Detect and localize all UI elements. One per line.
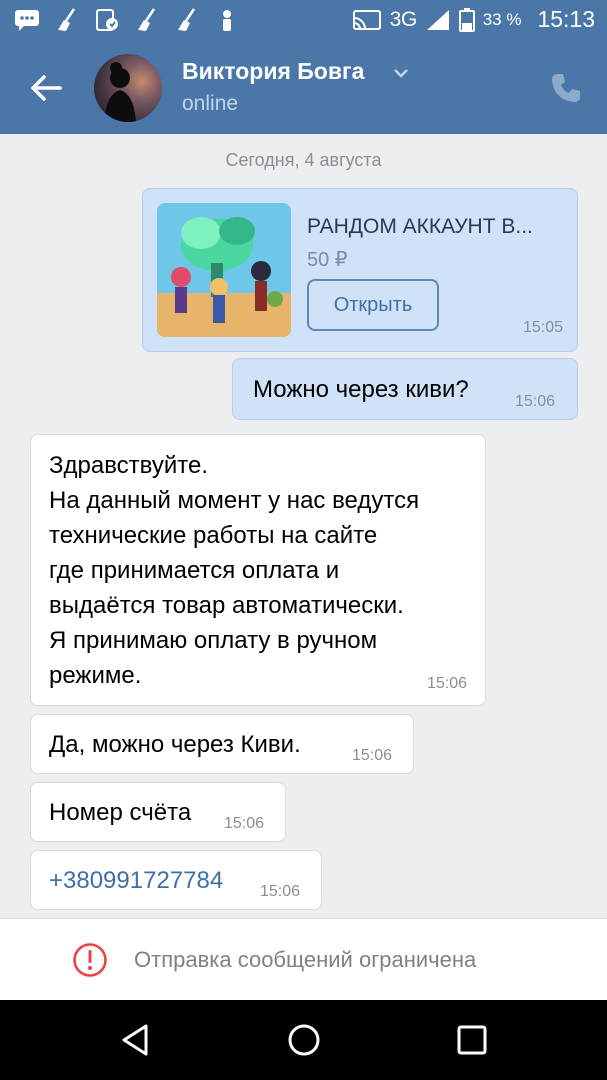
product-title[interactable]: РАНДОМ АККАУНТ В... bbox=[307, 215, 533, 239]
online-status: online bbox=[182, 92, 239, 115]
product-price: 50 ₽ bbox=[307, 249, 348, 271]
incoming-message[interactable]: Номер счёта 15:06 bbox=[30, 782, 286, 842]
chevron-down-icon[interactable] bbox=[392, 66, 410, 80]
message-line: выдаётся товар автоматически. bbox=[49, 592, 404, 619]
restriction-bar: Отправка сообщений ограничена bbox=[0, 918, 607, 1000]
restriction-text: Отправка сообщений ограничена bbox=[134, 947, 477, 972]
phone-card-icon bbox=[96, 9, 118, 31]
status-bar: 3G 33 % 15:13 bbox=[0, 0, 607, 42]
signal-icon bbox=[426, 9, 449, 30]
message-line: Здравствуйте. bbox=[49, 452, 209, 479]
message-line: где принимается оплата и bbox=[49, 557, 340, 584]
incoming-message[interactable]: Здравствуйте. На данный момент у нас вед… bbox=[30, 434, 486, 706]
user-icon bbox=[223, 10, 231, 31]
message-text: Можно через киви? bbox=[253, 376, 469, 403]
message-line: На данный момент у нас ведутся bbox=[49, 487, 420, 514]
message-time: 15:06 bbox=[352, 747, 393, 764]
message-time: 15:06 bbox=[224, 815, 265, 832]
message-line: технические работы на сайте bbox=[49, 522, 378, 549]
warning-circle-icon bbox=[73, 943, 107, 977]
cast-icon bbox=[352, 9, 381, 30]
phone-number-link[interactable]: +380991727784 bbox=[49, 863, 223, 898]
message-line: режиме. bbox=[49, 662, 142, 689]
message-text: Здравствуйте. На данный момент у нас вед… bbox=[49, 448, 419, 693]
incoming-message[interactable]: Да, можно через Киви. 15:06 bbox=[30, 714, 414, 774]
battery-percent: 33 % bbox=[482, 9, 522, 29]
message-list[interactable]: Сегодня, 4 августа РАНДОМ АККАУНТ В... 5… bbox=[0, 134, 607, 918]
message-line: Я принимаю оплату в ручном bbox=[49, 627, 378, 654]
message-time: 15:06 bbox=[426, 675, 467, 692]
broom-icon bbox=[178, 8, 196, 31]
avatar[interactable] bbox=[94, 54, 162, 122]
product-image[interactable] bbox=[157, 203, 291, 337]
battery-icon bbox=[458, 7, 475, 32]
chat-header: Виктория Бовга online bbox=[0, 42, 607, 134]
open-button[interactable]: Открыть bbox=[307, 279, 439, 331]
system-status: 3G 33 % 15:13 bbox=[352, 6, 595, 33]
network-type: 3G bbox=[389, 7, 418, 31]
message-icon bbox=[15, 10, 39, 31]
system-nav-bar bbox=[0, 1000, 607, 1080]
home-circle-icon[interactable] bbox=[282, 1018, 326, 1062]
incoming-message[interactable]: +380991727784 15:06 bbox=[30, 850, 322, 910]
recents-square-icon[interactable] bbox=[450, 1018, 494, 1062]
date-separator: Сегодня, 4 августа bbox=[225, 150, 382, 170]
clock: 15:13 bbox=[537, 6, 595, 32]
notification-icons bbox=[14, 8, 240, 32]
message-time: 15:06 bbox=[260, 883, 301, 900]
product-card-message[interactable]: РАНДОМ АККАУНТ В... 50 ₽ Открыть 15:05 bbox=[142, 188, 578, 352]
message-time: 15:05 bbox=[522, 319, 563, 336]
outgoing-message[interactable]: Можно через киви? 15:06 bbox=[232, 358, 578, 420]
broom-icon bbox=[138, 8, 156, 31]
contact-name[interactable]: Виктория Бовга bbox=[182, 58, 364, 85]
avatar-silhouette bbox=[104, 62, 136, 122]
product-illustration bbox=[157, 203, 291, 337]
back-triangle-icon[interactable] bbox=[114, 1018, 158, 1062]
message-time: 15:06 bbox=[515, 393, 556, 410]
back-arrow-icon[interactable] bbox=[26, 68, 66, 108]
message-text: Да, можно через Киви. bbox=[49, 731, 301, 758]
phone-icon[interactable] bbox=[548, 70, 584, 106]
message-text: Номер счёта bbox=[49, 799, 192, 826]
broom-icon bbox=[58, 8, 76, 31]
